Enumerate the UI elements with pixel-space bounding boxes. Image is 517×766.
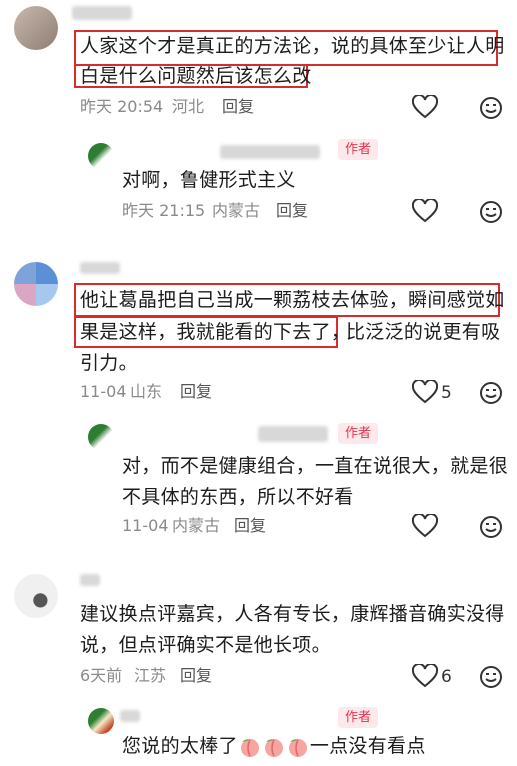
- emoji-icon[interactable]: [479, 381, 503, 405]
- comment-text: 比泛泛的说更有吸: [346, 321, 501, 343]
- comment-text: 人家这个才是真正的方法论，说的具体至少让人明: [80, 35, 505, 57]
- username-redacted: [80, 262, 120, 274]
- avatar[interactable]: [88, 143, 114, 169]
- emoji-icon[interactable]: [479, 515, 503, 539]
- reply-button[interactable]: 回复: [276, 200, 308, 222]
- comment-location: 江苏: [134, 666, 167, 685]
- username-redacted: [258, 426, 328, 442]
- avatar[interactable]: [88, 424, 114, 450]
- comment-text: 引力。: [80, 352, 138, 374]
- comment-location: 山东: [130, 382, 163, 401]
- emoji-icon[interactable]: [479, 96, 503, 120]
- comment-text: 说，但点评确实不是他长项。: [80, 634, 331, 656]
- comment-location: 内蒙古: [172, 516, 221, 535]
- comment-text: 建议换点评嘉宾，人各有专长，康辉播音确实没得: [80, 603, 505, 625]
- comment-location: 内蒙古: [212, 201, 261, 220]
- comment-text: 白是什么问题然后该怎么改: [80, 65, 312, 87]
- reply-text: 对啊，鲁健形式主义: [122, 169, 296, 191]
- username-redacted: [80, 574, 100, 586]
- heart-icon[interactable]: [412, 199, 438, 223]
- reply-text: 对，而不是健康组合，一直在说很大，就是很: [122, 455, 509, 477]
- reply-text-end: 一点没有看点: [309, 735, 426, 757]
- avatar[interactable]: [14, 262, 58, 306]
- heart-icon[interactable]: [412, 514, 438, 538]
- comment-time: 昨天 21:15: [122, 201, 206, 220]
- avatar[interactable]: [14, 574, 58, 618]
- username-redacted: [220, 145, 320, 159]
- reply-button[interactable]: 回复: [180, 665, 212, 687]
- comment-time: 6天前: [80, 666, 123, 685]
- heart-icon[interactable]: [412, 664, 438, 688]
- reply-text: 您说的太棒了 一点没有看点: [122, 730, 426, 762]
- avatar[interactable]: [88, 708, 114, 734]
- heart-icon[interactable]: [412, 95, 438, 119]
- author-tag: 作者: [338, 139, 379, 160]
- reply-button[interactable]: 回复: [234, 515, 266, 537]
- like-count: 6: [441, 667, 452, 687]
- author-tag: 作者: [338, 423, 379, 444]
- author-tag: 作者: [338, 707, 379, 728]
- comment-time: 11-04: [122, 516, 169, 535]
- comment-text: 果是这样，我就能看的下去了，: [80, 321, 351, 343]
- peach-emoji: [262, 736, 286, 758]
- comment-time: 11-04: [80, 382, 127, 401]
- peach-emoji: [238, 736, 262, 758]
- reply-button[interactable]: 回复: [222, 96, 254, 118]
- avatar[interactable]: [14, 6, 58, 50]
- reply-button[interactable]: 回复: [180, 381, 212, 403]
- comment-text: 他让葛晶把自己当成一颗荔枝去体验，瞬间感觉如: [80, 289, 505, 311]
- like-count: 5: [441, 383, 452, 403]
- heart-icon[interactable]: [412, 380, 438, 404]
- username-redacted: [120, 710, 140, 722]
- peach-emoji: [286, 736, 310, 758]
- reply-text: 不具体的东西，所以不好看: [122, 486, 354, 508]
- emoji-icon[interactable]: [479, 200, 503, 224]
- comment-location: 河北: [172, 97, 205, 116]
- comment-time: 昨天 20:54: [80, 97, 164, 116]
- username-redacted: [72, 6, 132, 20]
- reply-text-start: 您说的太棒了: [122, 735, 238, 757]
- emoji-icon[interactable]: [479, 665, 503, 689]
